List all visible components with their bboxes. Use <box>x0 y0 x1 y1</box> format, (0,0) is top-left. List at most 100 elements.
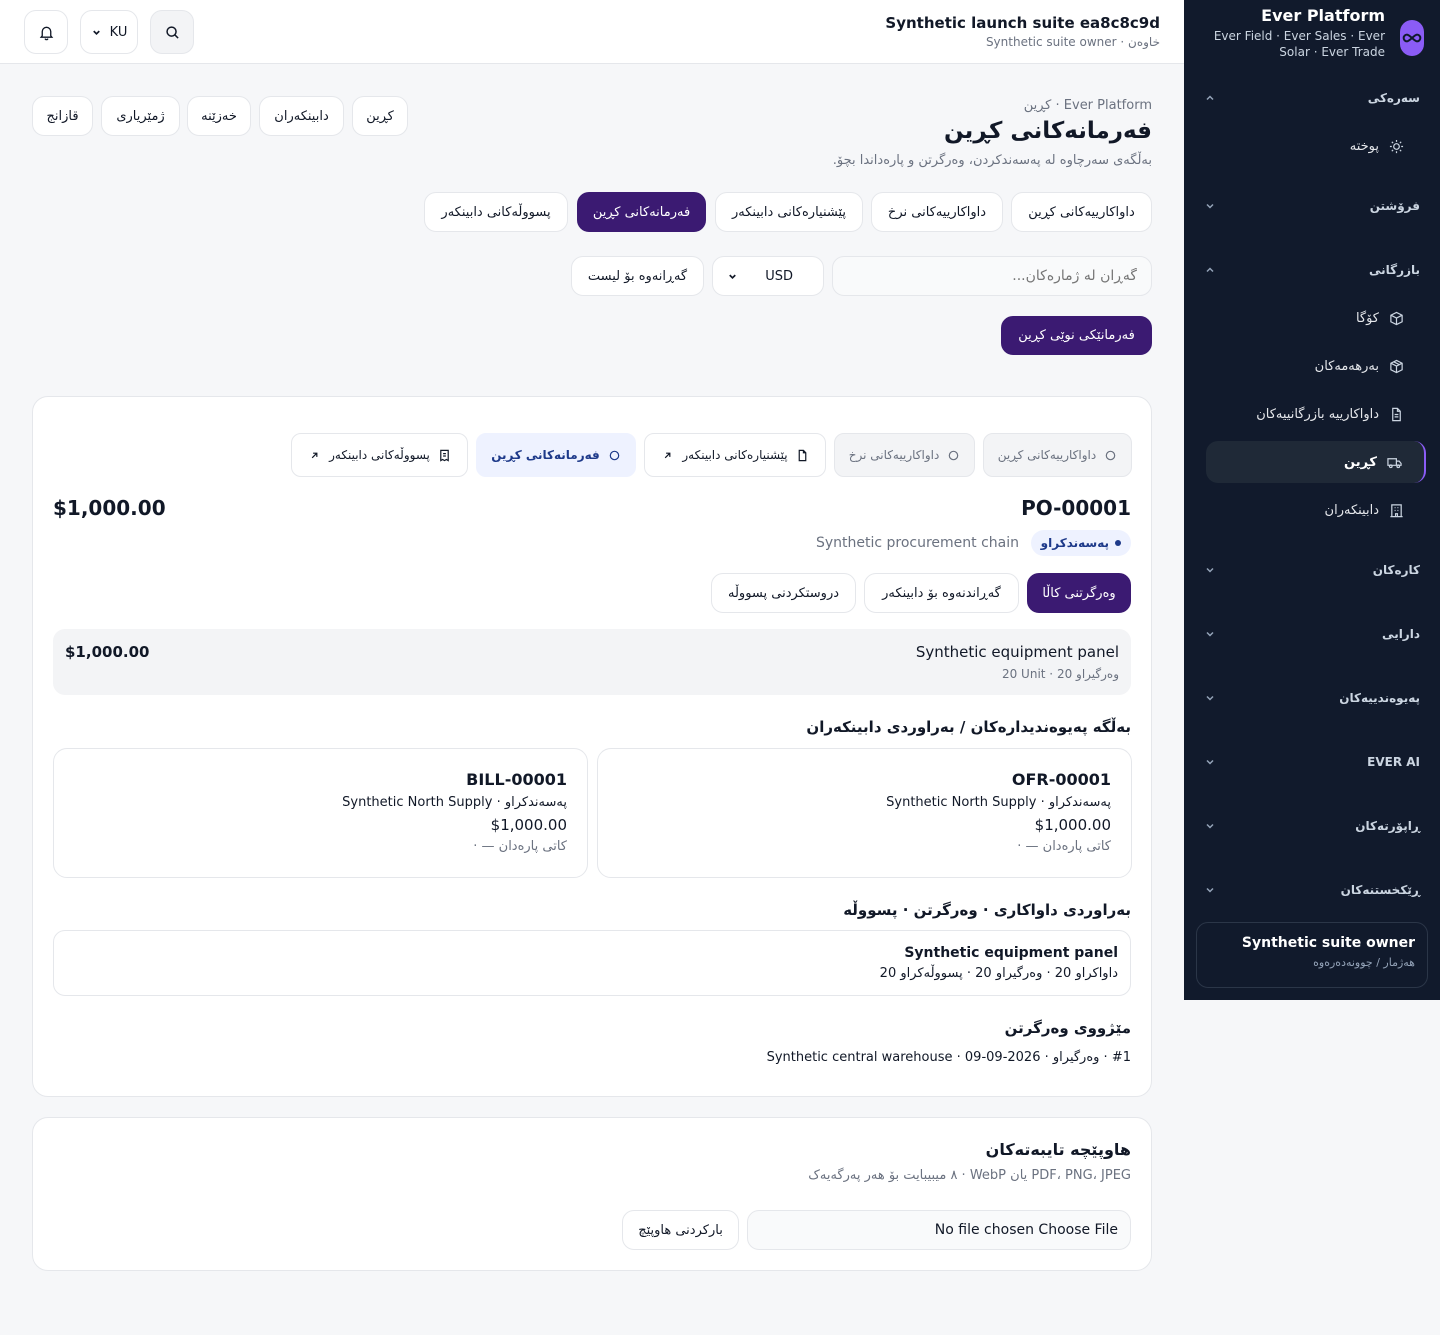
language-select[interactable]: KU <box>80 10 138 54</box>
related-offer-card[interactable]: OFR-00001 Synthetic North Supply · پەسەن… <box>597 748 1132 878</box>
notifications-button[interactable] <box>24 10 68 54</box>
create-bill-button[interactable]: دروستکردنی پسووڵە <box>711 573 856 613</box>
chevron-down-icon <box>1206 823 1214 829</box>
brand-title: Ever Platform <box>1261 6 1385 25</box>
page-description: بەڵگەی سەرچاوە لە پەسەندکردن، وەرگرتن و … <box>832 153 1152 168</box>
breadcrumb: Ever Platform · کڕین <box>1023 98 1152 113</box>
arrow-up-right-icon <box>311 452 318 458</box>
new-purchase-order-button[interactable]: فەرمانێکی نوێی کڕین <box>1001 316 1152 355</box>
match-product-name: Synthetic equipment panel <box>904 945 1118 961</box>
sidebar-item-suppliers[interactable]: دابینکەران <box>1206 489 1426 531</box>
nav-group-main[interactable]: سەرەکی <box>1204 78 1420 118</box>
related-documents-title: بەڵگە پەیوەندیدارەکان / بەراوردی دابینکە… <box>806 718 1131 736</box>
nav-group-label: فرۆشتن <box>1369 199 1420 213</box>
tab-rfqs[interactable]: داواکارییەکانی نرخ <box>871 192 1003 232</box>
chevron-up-icon <box>1206 95 1214 101</box>
match-quantities: داواکراو 20 · وەرگیراو 20 · پسووڵەکراو 2… <box>879 966 1118 981</box>
nav-group-tasks[interactable]: کارەکان <box>1204 550 1420 590</box>
related-document-due: کاتی پارەدان — · <box>473 839 567 854</box>
sidebar-item-purchasing[interactable]: کڕین <box>1206 441 1426 483</box>
module-tab-purchasing[interactable]: کڕین <box>352 96 408 136</box>
module-tab-treasury[interactable]: خەزێنە <box>187 96 251 136</box>
nav-group-ever-ai[interactable]: EVER AI <box>1204 742 1420 782</box>
brand[interactable]: Ever Platform Ever Field · Ever Sales · … <box>1184 6 1440 62</box>
language-value: KU <box>109 24 128 40</box>
related-document-supplier: Synthetic North Supply · پەسەندکراو <box>886 795 1111 810</box>
nav-group-settings[interactable]: ڕێکخستنەکان <box>1204 870 1420 910</box>
nav-group-commerce[interactable]: بازرگانی <box>1204 250 1420 290</box>
sidebar-item-commerce-requests[interactable]: داواکارییە بازرگانییەکان <box>1206 393 1426 435</box>
sidebar-item-overview[interactable]: پوختە <box>1206 125 1426 167</box>
status-dot <box>1115 540 1121 546</box>
related-document-supplier: Synthetic North Supply · پەسەندکراو <box>342 795 567 810</box>
status-label: پەسەندکراو <box>1040 536 1109 550</box>
chevron-down-icon <box>92 30 100 35</box>
return-to-supplier-button[interactable]: گەڕاندنەوە بۆ دابینکەر <box>864 573 1019 613</box>
currency-value: USD <box>765 268 793 284</box>
related-bill-card[interactable]: BILL-00001 Synthetic North Supply · پەسە… <box>53 748 588 878</box>
nav-group-label: کارەکان <box>1372 563 1420 577</box>
search-button[interactable] <box>150 10 194 54</box>
nav-group-finance[interactable]: دارایی <box>1204 614 1420 654</box>
chevron-down-icon <box>1206 203 1214 209</box>
nav-group-label: سەرەکی <box>1367 91 1420 105</box>
chain-step-rfqs[interactable]: داواکارییەکانی نرخ <box>834 433 975 477</box>
search-input[interactable] <box>832 256 1152 296</box>
back-to-list-button[interactable]: گەڕانەوە بۆ لیست <box>571 256 704 296</box>
account-links: هەژمار / چوونەدەرەوە <box>1313 956 1415 969</box>
line-amount: $1,000.00 <box>65 643 150 661</box>
sidebar-item-warehouse[interactable]: کۆگا <box>1206 297 1426 339</box>
sidebar-item-label: پوختە <box>1349 138 1379 154</box>
procurement-chain-name: Synthetic procurement chain <box>815 535 1019 551</box>
circle-icon <box>949 450 959 460</box>
infinity-icon <box>1400 20 1424 56</box>
tab-purchase-orders[interactable]: فەرمانەکانی کڕین <box>577 192 706 232</box>
related-document-amount: $1,000.00 <box>1034 816 1111 834</box>
attachments-card: هاوپێچە تایبەتەکان PDF، PNG، JPEG یان We… <box>32 1117 1152 1271</box>
related-document-due: کاتی پارەدان — · <box>1017 839 1111 854</box>
chain-step-label: پسووڵەکانی دابینکەر <box>329 448 430 462</box>
sun-icon <box>1389 139 1404 153</box>
file-input[interactable]: No file chosen Choose File <box>747 1210 1131 1250</box>
package-icon <box>1390 359 1403 373</box>
chevron-down-icon <box>1206 631 1214 637</box>
upload-attachment-button[interactable]: بارکردنی هاوپێچ <box>622 1210 739 1250</box>
module-tab-accounting[interactable]: ژمێریاری <box>101 96 180 136</box>
tab-supplier-bills[interactable]: پسووڵەکانی دابینکەر <box>424 192 568 232</box>
chevron-down-icon <box>1206 567 1214 573</box>
nav-group-label: بازرگانی <box>1369 263 1420 277</box>
chevron-down-icon <box>1206 695 1214 701</box>
module-tab-profit[interactable]: قازانج <box>32 96 93 136</box>
chain-step-supplier-offers[interactable]: پێشنیارەکانی دابینکەر <box>644 433 826 477</box>
receive-goods-button[interactable]: وەرگرتنی کاڵا <box>1027 573 1131 613</box>
tab-supplier-offers[interactable]: پێشنیارەکانی دابینکەر <box>715 192 863 232</box>
nav-group-reports[interactable]: ڕاپۆرتەکان <box>1204 806 1420 846</box>
purchase-order-card: داواکارییەکانی کڕین داواکارییەکانی نرخ پ… <box>32 396 1152 1097</box>
circle-icon <box>1105 450 1116 460</box>
document-icon <box>1392 407 1401 421</box>
chain-step-label: فەرمانەکانی کڕین <box>491 448 600 462</box>
three-way-match-title: بەراوردی داواکاری · وەرگرتن · پسووڵە <box>843 901 1131 919</box>
nav-group-sales[interactable]: فرۆشتن <box>1204 186 1420 226</box>
status-badge: پەسەندکراو <box>1030 530 1131 556</box>
nav-group-contacts[interactable]: پەیوەندییەکان <box>1204 678 1420 718</box>
chain-step-purchase-orders[interactable]: فەرمانەکانی کڕین <box>476 433 636 477</box>
three-way-match-row: Synthetic equipment panel داواکراو 20 · … <box>53 930 1131 996</box>
module-tab-suppliers[interactable]: دابینکەران <box>259 96 344 136</box>
order-number: PO-00001 <box>1021 496 1131 520</box>
nav-group-label: ڕێکخستنەکان <box>1340 883 1420 897</box>
building-icon <box>1390 503 1403 517</box>
chain-step-supplier-bills[interactable]: پسووڵەکانی دابینکەر <box>291 433 468 477</box>
chain-step-label: داواکارییەکانی کڕین <box>997 448 1097 462</box>
chain-step-label: پێشنیارەکانی دابینکەر <box>682 448 788 462</box>
tab-purchase-requests[interactable]: داواکارییەکانی کڕین <box>1011 192 1152 232</box>
chain-step-purchase-requests[interactable]: داواکارییەکانی کڕین <box>983 433 1132 477</box>
receipt-icon <box>440 449 449 462</box>
account-card[interactable]: Synthetic suite owner هەژمار / چوونەدەرە… <box>1196 922 1428 988</box>
chevron-down-icon <box>1206 759 1214 765</box>
currency-select[interactable]: USD <box>712 256 824 296</box>
truck-icon <box>1387 457 1402 468</box>
sidebar-item-products[interactable]: بەرهەمەکان <box>1206 345 1426 387</box>
account-name: Synthetic suite owner <box>1241 935 1415 951</box>
order-total: $1,000.00 <box>53 496 166 520</box>
